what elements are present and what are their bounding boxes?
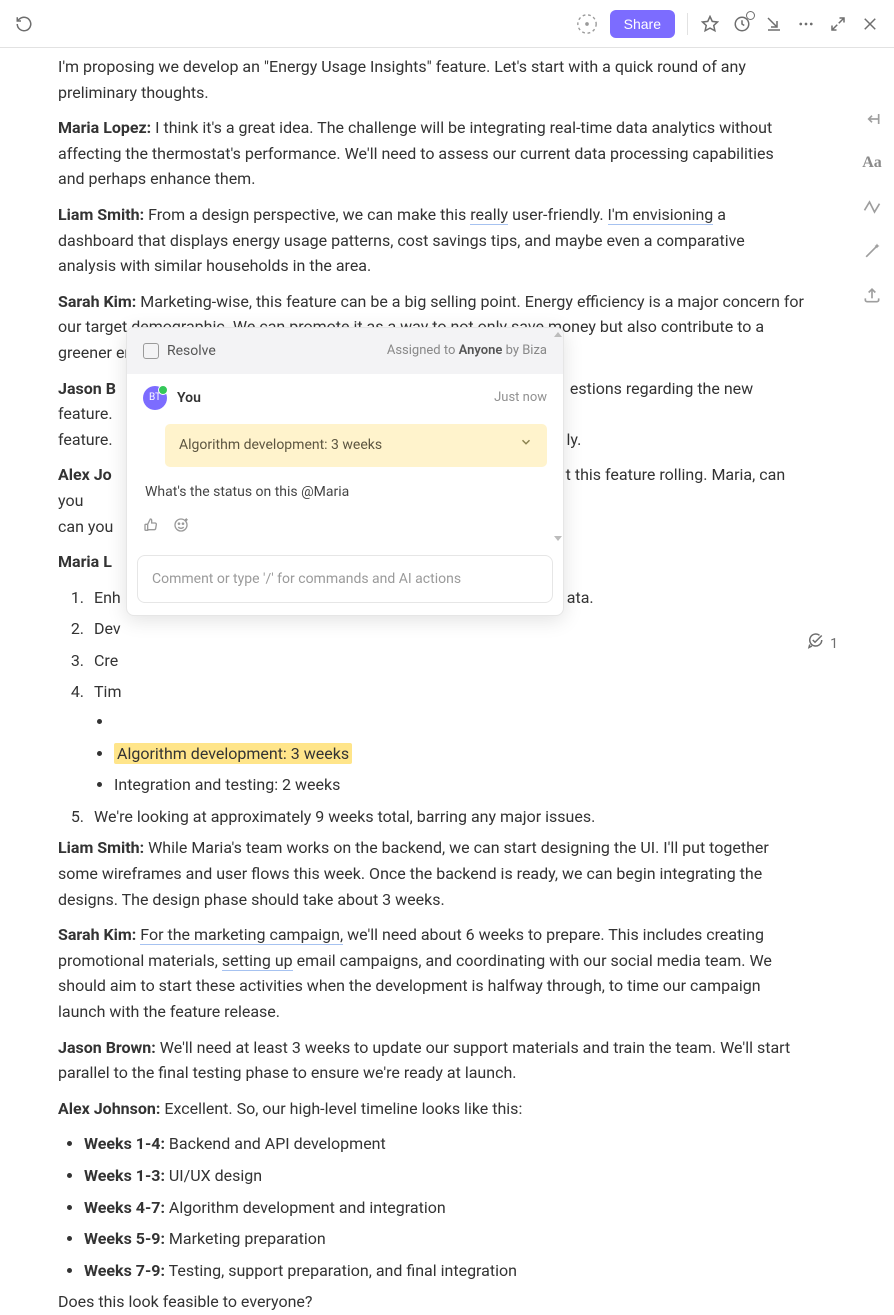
assigned-label: Assigned to — [387, 343, 459, 358]
list-item-text: Enh — [94, 588, 121, 607]
week-label: Weeks 7-9: — [84, 1261, 165, 1280]
underlined-text: I'm envisioning — [608, 205, 714, 225]
week-label: Weeks 5-9: — [84, 1229, 165, 1248]
list-item-text: Backend and API development — [165, 1134, 386, 1153]
paragraph-text: While Maria's team works on the backend,… — [58, 838, 769, 908]
paragraph-text: From a design perspective, we can make t… — [144, 205, 470, 224]
speaker-name: Sarah Kim: — [58, 925, 136, 944]
popover-footer: Comment or type '/' for commands and AI … — [127, 555, 563, 615]
more-icon[interactable] — [796, 14, 816, 34]
close-icon[interactable] — [860, 14, 880, 34]
assigned-by: by Biza — [502, 343, 547, 358]
comment-count: 1 — [830, 633, 838, 655]
list-item[interactable]: Tim Algorithm development: 3 weeks Integ… — [88, 679, 804, 797]
assignee-name: Anyone — [459, 343, 503, 358]
chevron-down-icon[interactable] — [519, 434, 533, 456]
speaker-name: Maria L — [58, 552, 112, 571]
paragraph[interactable]: Liam Smith: While Maria's team works on … — [58, 835, 804, 912]
popover-body: BT You Just now Algorithm development: 3… — [127, 374, 563, 554]
list-item-tail: ata. — [567, 588, 594, 607]
paragraph[interactable]: I'm proposing we develop an "Energy Usag… — [58, 54, 804, 105]
assigned-to[interactable]: Assigned to Anyone by Biza — [387, 341, 547, 362]
comment-marker[interactable]: 1 — [806, 631, 838, 657]
week-label: Weeks 1-3: — [84, 1166, 165, 1185]
list-item[interactable]: Weeks 1-4: Backend and API development — [84, 1131, 804, 1157]
list-item-text: Marketing preparation — [165, 1229, 326, 1248]
timestamp: Just now — [494, 388, 547, 409]
underlined-text: For the marketing campaign, — [140, 925, 343, 945]
thumbs-up-icon[interactable] — [143, 517, 159, 540]
bullet-list: Algorithm development: 3 weeks Integrati… — [94, 709, 804, 798]
speaker-name: Sarah Kim: — [58, 292, 136, 311]
paragraph-text: feature. — [58, 430, 113, 449]
resolve-checkbox[interactable] — [143, 343, 159, 359]
paragraph-text: can you — [58, 517, 113, 536]
comment-snippet[interactable]: Algorithm development: 3 weeks — [165, 424, 547, 466]
week-label: Weeks 4-7: — [84, 1198, 165, 1217]
paragraph[interactable]: Sarah Kim: For the marketing campaign, w… — [58, 922, 804, 1024]
week-label: Weeks 1-4: — [84, 1134, 165, 1153]
list-item-text: Algorithm development and integration — [165, 1198, 446, 1217]
speaker-name: Alex Jo — [58, 465, 112, 484]
divider — [687, 13, 688, 35]
list-item-text: Testing, support preparation, and final … — [165, 1261, 517, 1280]
author-name: You — [177, 387, 494, 409]
resolve-label[interactable]: Resolve — [167, 340, 387, 362]
paragraph-text: Excellent. So, our high-level timeline l… — [160, 1099, 522, 1118]
reaction-row — [143, 517, 547, 540]
speaker-name: Jason B — [58, 379, 116, 398]
document-body: I'm proposing we develop an "Energy Usag… — [0, 48, 894, 1315]
comment-text: What's the status on this @Maria — [145, 481, 547, 503]
underlined-text: setting up — [222, 951, 293, 971]
list-item[interactable]: Weeks 5-9: Marketing preparation — [84, 1226, 804, 1252]
paragraph[interactable]: Liam Smith: From a design perspective, w… — [58, 202, 804, 279]
snippet-text: Algorithm development: 3 weeks — [179, 434, 382, 456]
dashed-circle-icon[interactable] — [576, 13, 598, 35]
comment-icon — [806, 631, 824, 657]
underlined-text: really — [470, 205, 508, 225]
highlighted-text[interactable]: Algorithm development: 3 weeks — [114, 743, 352, 764]
clock-icon[interactable] — [732, 14, 752, 34]
list-item[interactable]: Cre — [88, 648, 804, 674]
list-item-text: UI/UX design — [165, 1166, 262, 1185]
speaker-name: Jason Brown: — [58, 1038, 156, 1057]
paragraph[interactable]: Does this look feasible to everyone? — [58, 1289, 804, 1315]
list-item[interactable]: Weeks 4-7: Algorithm development and int… — [84, 1195, 804, 1221]
star-icon[interactable] — [700, 14, 720, 34]
paragraph-text: I think it's a great idea. The challenge… — [58, 118, 774, 188]
emoji-icon[interactable] — [173, 517, 189, 540]
topbar: Share — [0, 0, 894, 48]
speaker-name: Maria Lopez: — [58, 118, 151, 137]
paragraph-text: We'll need at least 3 weeks to update ou… — [58, 1038, 790, 1083]
download-icon[interactable] — [764, 14, 784, 34]
paragraph[interactable]: Alex Johnson: Excellent. So, our high-le… — [58, 1096, 804, 1122]
ordered-list[interactable]: Enh ata. Dev Cre Tim Algorithm developmen… — [58, 585, 804, 830]
avatar: BT — [143, 386, 167, 410]
refresh-icon[interactable] — [14, 14, 34, 34]
speaker-name: Liam Smith: — [58, 838, 144, 857]
list-item[interactable]: Weeks 7-9: Testing, support preparation,… — [84, 1258, 804, 1284]
list-item[interactable]: We're looking at approximately 9 weeks t… — [88, 804, 804, 830]
speaker-name: Alex Johnson: — [58, 1099, 160, 1118]
paragraph-text: ly. — [567, 430, 582, 449]
speaker-name: Liam Smith: — [58, 205, 144, 224]
list-item-text: Tim — [94, 682, 121, 701]
popover-header: Resolve Assigned to Anyone by Biza — [127, 328, 563, 374]
comment-popover: Resolve Assigned to Anyone by Biza BT Yo… — [126, 327, 564, 616]
scrollbar[interactable] — [555, 336, 561, 537]
list-item[interactable] — [114, 709, 804, 735]
share-button[interactable]: Share — [610, 10, 675, 38]
list-item[interactable]: Integration and testing: 2 weeks — [114, 772, 804, 798]
list-item[interactable]: Dev — [88, 616, 804, 642]
bullet-list: Weeks 1-4: Backend and API development W… — [58, 1131, 804, 1283]
list-item[interactable]: Algorithm development: 3 weeks — [114, 741, 804, 767]
paragraph[interactable]: Maria Lopez: I think it's a great idea. … — [58, 115, 804, 192]
expand-icon[interactable] — [828, 14, 848, 34]
paragraph[interactable]: Jason Brown: We'll need at least 3 weeks… — [58, 1035, 804, 1086]
paragraph-text: user-friendly. — [508, 205, 607, 224]
comment-input[interactable]: Comment or type '/' for commands and AI … — [137, 555, 553, 603]
